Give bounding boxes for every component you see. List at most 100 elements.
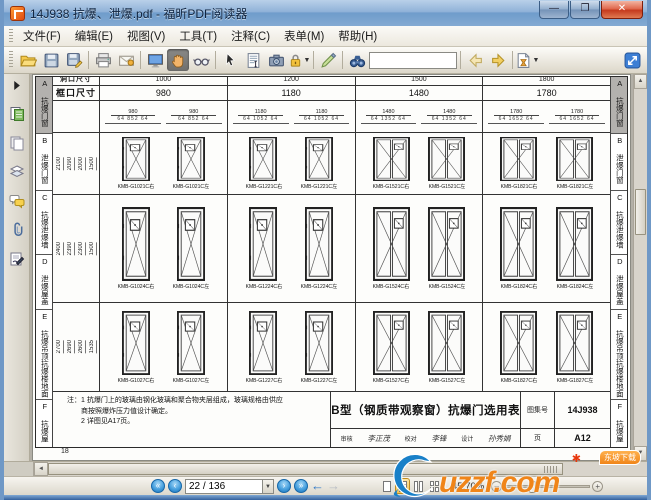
expand-arrow-icon: [12, 81, 21, 90]
door-label: KMB-G1824C右: [501, 282, 538, 289]
zoom-slider[interactable]: – +: [491, 481, 603, 492]
tab-f-kangbao-wu[interactable]: F 抗爆屋: [36, 400, 52, 447]
menu-bar: 文件(F) 编辑(E) 视图(V) 工具(T) 注释(C) 表单(M) 帮助(H…: [4, 26, 647, 47]
tab-c-kangbao-xiebao-qiang[interactable]: C 抗爆泄爆墙: [36, 191, 52, 255]
save-as-button[interactable]: [63, 49, 85, 71]
window-bottom-border: [4, 495, 647, 500]
door-drawing: KMB-G1524C右: [371, 207, 411, 290]
previous-view-button[interactable]: ←: [311, 479, 324, 493]
paperclip-icon: [9, 222, 25, 238]
fullscreen-icon: [624, 52, 641, 69]
hourglass-document-icon: [515, 52, 532, 69]
door-label: KMB-G1524C右: [373, 282, 410, 289]
open-file-button[interactable]: [17, 49, 39, 71]
menu-tools[interactable]: 工具(T): [172, 26, 224, 46]
scroll-down-button[interactable]: ▼: [634, 446, 647, 461]
tab-c-kangbao-xiebao-qiang[interactable]: C 抗爆泄爆墙: [611, 191, 627, 255]
save-button[interactable]: [40, 49, 62, 71]
zoom-slider-track[interactable]: [504, 485, 590, 488]
highlight-button[interactable]: [317, 49, 339, 71]
door-label: KMB-G1527C左: [428, 376, 465, 383]
tab-e-kangbao-diaoding[interactable]: E 抗爆吊顶抗爆楼地面: [36, 310, 52, 400]
scroll-left-button[interactable]: ◄: [34, 462, 48, 476]
atlas-number-label: 图集号: [520, 392, 554, 428]
fit-width-button[interactable]: [144, 49, 166, 71]
menu-forms[interactable]: 表单(M): [277, 26, 331, 46]
selection-table: 洞口尺寸 1000 1200 1500 1800 框口尺寸 980 1180 1…: [53, 77, 610, 447]
continuous-view-button[interactable]: [396, 479, 409, 493]
next-page-button[interactable]: ›: [277, 479, 291, 493]
horizontal-scroll-thumb[interactable]: [48, 463, 563, 475]
expand-panel-button[interactable]: [8, 76, 26, 94]
pages-panel-button[interactable]: [8, 134, 26, 152]
text-select-button[interactable]: [242, 49, 264, 71]
task-pane-button[interactable]: ▼: [516, 49, 538, 71]
comments-panel-button[interactable]: [8, 192, 26, 210]
menu-comments[interactable]: 注释(C): [224, 26, 277, 46]
tab-b-xiebao-menchuang[interactable]: B 泄爆门窗: [611, 134, 627, 191]
hand-tool-icon: [170, 52, 187, 69]
page-number-input[interactable]: [185, 479, 263, 494]
next-view-button[interactable]: [487, 49, 509, 71]
tab-f-kangbao-wu[interactable]: F 抗爆屋: [611, 400, 627, 447]
zoom-in-button[interactable]: +: [592, 481, 603, 492]
tab-d-xiebao-wugai[interactable]: D 泄爆屋盖: [36, 255, 52, 310]
email-button[interactable]: [115, 49, 137, 71]
next-view-icon: [490, 52, 507, 69]
tab-a-kangbao-menchuang[interactable]: A 抗爆门窗: [36, 77, 52, 134]
tab-d-xiebao-wugai[interactable]: D 泄爆屋盖: [611, 255, 627, 310]
scroll-up-button[interactable]: ▲: [634, 74, 647, 89]
menu-file[interactable]: 文件(F): [16, 26, 68, 46]
close-button[interactable]: ✕: [601, 1, 643, 19]
vertical-scroll-track[interactable]: [634, 89, 647, 446]
lock-icon: [288, 53, 303, 68]
tab-a-kangbao-menchuang[interactable]: A 抗爆门窗: [611, 77, 627, 134]
door-drawing: KMB-G1021C右: [116, 137, 156, 190]
menu-help[interactable]: 帮助(H): [331, 26, 384, 46]
page-value: A12: [554, 429, 610, 447]
door-label: KMB-G1024C右: [117, 282, 154, 289]
attachments-panel-button[interactable]: [8, 221, 26, 239]
snapshot-button[interactable]: [265, 49, 287, 71]
document-viewport[interactable]: A 抗爆门窗 B 泄爆门窗 C 抗爆泄爆墙 D 泄爆屋盖 E 抗爆吊顶抗爆楼地面…: [30, 74, 633, 461]
menu-edit[interactable]: 编辑(E): [68, 26, 120, 46]
maximize-button[interactable]: ❐: [570, 1, 600, 19]
search-input[interactable]: [369, 52, 457, 69]
tab-b-xiebao-menchuang[interactable]: B 泄爆门窗: [36, 134, 52, 191]
last-page-button[interactable]: »: [294, 479, 308, 493]
menu-view[interactable]: 视图(V): [120, 26, 172, 46]
minimize-button[interactable]: —: [539, 1, 569, 19]
continuous-facing-view-button[interactable]: [428, 479, 441, 493]
horizontal-scrollbar[interactable]: ◄: [4, 461, 647, 476]
facing-view-button[interactable]: [412, 479, 425, 493]
previous-view-button[interactable]: [464, 49, 486, 71]
fullscreen-button[interactable]: [621, 49, 643, 71]
single-page-view-button[interactable]: [380, 479, 393, 493]
next-view-button[interactable]: →: [327, 479, 340, 493]
find-button[interactable]: [346, 49, 368, 71]
hand-tool-button[interactable]: [167, 49, 189, 71]
vertical-scroll-thumb[interactable]: [635, 189, 646, 235]
layers-icon: [9, 164, 25, 180]
bookmarks-panel-button[interactable]: [8, 105, 26, 123]
layers-panel-button[interactable]: [8, 163, 26, 181]
zoom-slider-thumb[interactable]: [529, 481, 536, 493]
main-toolbar: ▼ ▼: [4, 47, 647, 74]
zoom-tool-button[interactable]: [190, 49, 212, 71]
signature-panel-button[interactable]: [8, 250, 26, 268]
door-label: KMB-G1521C左: [428, 182, 465, 189]
select-tool-button[interactable]: [219, 49, 241, 71]
page-dropdown-button[interactable]: ▼: [263, 479, 274, 494]
zoom-out-button[interactable]: –: [491, 481, 502, 492]
horizontal-scroll-track[interactable]: [48, 462, 647, 476]
vertical-scrollbar[interactable]: ▲ ▼: [633, 74, 647, 461]
protect-button[interactable]: ▼: [288, 49, 310, 71]
door-row-2100: 2100209020001500 KMB-G1021C右KMB-G1021C左 …: [53, 132, 610, 194]
first-page-button[interactable]: «: [151, 479, 165, 493]
tab-e-kangbao-diaoding[interactable]: E 抗爆吊顶抗爆楼地面: [611, 310, 627, 400]
signature-icon: [9, 251, 25, 267]
door-drawing: KMB-G1827C右: [499, 311, 539, 384]
print-button[interactable]: [92, 49, 114, 71]
previous-page-button[interactable]: ‹: [168, 479, 182, 493]
door-label: KMB-G1024C左: [173, 282, 210, 289]
